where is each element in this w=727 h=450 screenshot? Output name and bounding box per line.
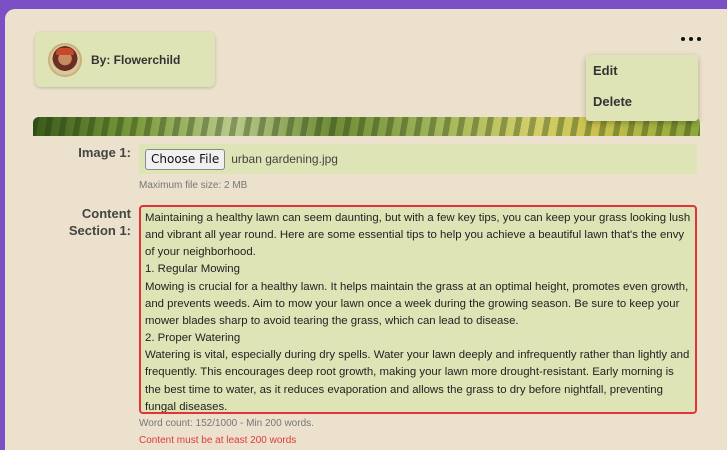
choose-file-button[interactable]: Choose File [145, 148, 226, 170]
word-count: Word count: 152/1000 - Min 200 words. [139, 418, 314, 429]
menu-item-delete[interactable]: Delete [586, 86, 698, 117]
author-card[interactable]: By: Flowerchild [35, 32, 215, 87]
content-heading: 2. Proper Watering [145, 332, 241, 345]
menu-item-edit[interactable]: Edit [586, 55, 698, 86]
selected-file-name: urban gardening.jpg [231, 152, 338, 166]
image-upload-field: Choose File urban gardening.jpg [139, 144, 697, 174]
post-editor-panel: By: Flowerchild Edit Delete Image 1: Cho… [5, 9, 727, 450]
file-size-hint: Maximum file size: 2 MB [139, 180, 248, 191]
content-paragraph: Watering is vital, especially during dry… [145, 349, 690, 413]
more-options-icon[interactable] [681, 31, 701, 47]
content-textarea[interactable]: Maintaining a healthy lawn can seem daun… [139, 205, 697, 414]
content-field-label: Content Section 1: [45, 205, 131, 239]
options-menu: Edit Delete [586, 55, 698, 121]
content-heading: 1. Regular Mowing [145, 263, 240, 276]
content-label-line2: Section 1: [68, 223, 131, 238]
content-label-line1: Content [81, 206, 131, 221]
avatar [48, 42, 82, 77]
validation-error: Content must be at least 200 words [139, 435, 297, 446]
author-name: By: Flowerchild [91, 52, 181, 67]
content-paragraph: Maintaining a healthy lawn can seem daun… [145, 212, 691, 259]
content-paragraph: Mowing is crucial for a healthy lawn. It… [145, 280, 689, 327]
image-field-label: Image 1: [78, 145, 131, 160]
